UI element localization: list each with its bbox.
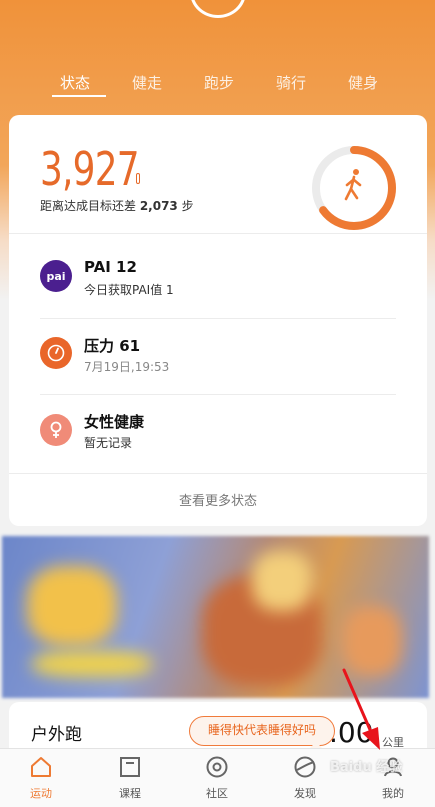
divider bbox=[40, 394, 396, 395]
promo-banner[interactable] bbox=[2, 536, 429, 698]
pai-title[interactable]: PAI 12 bbox=[84, 258, 137, 276]
sleep-tip-bubble[interactable]: 睡得快代表睡得好吗 bbox=[189, 716, 335, 746]
nav-discover-label: 发现 bbox=[294, 787, 316, 800]
community-icon bbox=[206, 756, 228, 778]
stress-subtitle: 7月19日,19:53 bbox=[84, 360, 170, 374]
course-icon bbox=[120, 757, 140, 777]
tab-fitness[interactable]: 健身 bbox=[348, 72, 378, 93]
nav-course[interactable]: 课程 bbox=[100, 755, 160, 801]
active-tab-indicator bbox=[52, 95, 106, 97]
tab-walking[interactable]: 健走 bbox=[132, 72, 162, 93]
goal-remaining-text: 距离达成目标还差 2,073 步 bbox=[40, 197, 194, 214]
pai-subtitle: 今日获取PAI值 1 bbox=[84, 283, 174, 297]
outdoor-run-title: 户外跑 bbox=[31, 725, 82, 745]
footprint-icon bbox=[136, 173, 140, 184]
watermark: Baidu 经验 bbox=[330, 760, 403, 775]
pai-icon: pai bbox=[40, 260, 72, 292]
female-icon bbox=[40, 414, 72, 446]
female-health-title[interactable]: 女性健康 bbox=[84, 411, 144, 432]
home-icon bbox=[31, 757, 51, 777]
nav-community-label: 社区 bbox=[206, 787, 228, 800]
goal-prefix: 距离达成目标还差 bbox=[40, 199, 140, 213]
female-health-subtitle: 暂无记录 bbox=[84, 436, 133, 450]
goal-suffix: 步 bbox=[177, 199, 194, 213]
stress-title[interactable]: 压力 61 bbox=[84, 335, 140, 356]
tab-running[interactable]: 跑步 bbox=[204, 72, 234, 93]
tab-status[interactable]: 状态 bbox=[60, 72, 90, 93]
pai-icon-text: pai bbox=[46, 269, 66, 283]
nav-profile-label: 我的 bbox=[382, 787, 404, 800]
discover-icon bbox=[294, 756, 316, 778]
nav-community[interactable]: 社区 bbox=[187, 755, 247, 801]
view-more-status-link[interactable]: 查看更多状态 bbox=[9, 490, 427, 509]
tab-cycling[interactable]: 骑行 bbox=[276, 72, 306, 93]
gauge-icon bbox=[40, 337, 72, 369]
goal-remaining-value: 2,073 bbox=[139, 199, 178, 213]
divider bbox=[9, 233, 427, 234]
status-card: 3,927 距离达成目标还差 2,073 步 pai PAI 12 今日获取PA… bbox=[9, 115, 427, 526]
divider bbox=[40, 318, 396, 319]
step-progress-ring[interactable] bbox=[309, 143, 399, 233]
nav-discover[interactable]: 发现 bbox=[275, 755, 335, 801]
top-tab-bar: 状态 健走 跑步 骑行 健身 bbox=[0, 72, 435, 112]
step-count[interactable]: 3,927 bbox=[40, 142, 140, 196]
outdoor-run-distance: .00 bbox=[329, 716, 374, 749]
nav-sport-label: 运动 bbox=[30, 787, 52, 800]
walking-icon bbox=[344, 169, 362, 201]
nav-sport[interactable]: 运动 bbox=[11, 755, 71, 801]
divider bbox=[9, 473, 427, 474]
nav-course-label: 课程 bbox=[119, 787, 141, 800]
